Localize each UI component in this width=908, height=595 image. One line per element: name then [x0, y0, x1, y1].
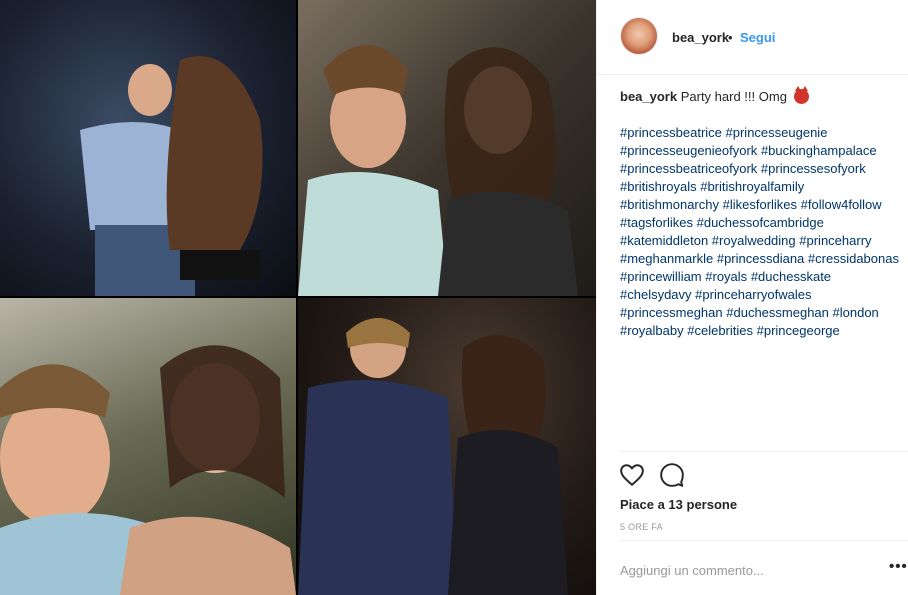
hashtag-link[interactable]: #princessdiana: [717, 251, 804, 266]
comment-divider: [620, 540, 908, 541]
hashtag-link[interactable]: #princesseugenieofyork: [620, 143, 757, 158]
follow-button[interactable]: Segui: [740, 30, 775, 45]
photo-top-left-figures: [80, 56, 263, 296]
hashtag-link[interactable]: #royals: [705, 269, 747, 284]
post-sidebar: bea_york • Segui bea_york Party hard !!!…: [597, 0, 908, 595]
hashtag-link[interactable]: #britishroyalfamily: [700, 179, 804, 194]
hashtag-link[interactable]: #royalwedding: [712, 233, 796, 248]
hashtag-link[interactable]: #celebrities: [687, 323, 753, 338]
hashtag-link[interactable]: #princesseugenie: [726, 125, 828, 140]
hashtag-link[interactable]: #royalbaby: [620, 323, 684, 338]
comment-icon[interactable]: [659, 462, 685, 488]
hashtag-link[interactable]: #meghanmarkle: [620, 251, 713, 266]
hashtag-link[interactable]: #duchesskate: [751, 269, 831, 284]
photo-top-right: [298, 0, 596, 296]
photo-bottom-right-figures: [298, 318, 568, 595]
hashtag-link[interactable]: #likesforlikes: [723, 197, 797, 212]
hashtag-link[interactable]: #cressidabonas: [808, 251, 899, 266]
caption-text: Party hard !!! Omg: [680, 89, 787, 104]
header-separator: •: [728, 30, 733, 45]
hashtag-link[interactable]: #princeharry: [799, 233, 871, 248]
hashtag-link[interactable]: #duchessofcambridge: [697, 215, 824, 230]
hashtag-link[interactable]: #princessbeatriceofyork: [620, 161, 757, 176]
hashtag-link[interactable]: #buckinghampalace: [761, 143, 877, 158]
hashtag-link[interactable]: #princegeorge: [757, 323, 840, 338]
post-photo[interactable]: [0, 0, 596, 595]
hashtag-link[interactable]: #follow4follow: [801, 197, 882, 212]
hashtag-link[interactable]: #tagsforlikes: [620, 215, 693, 230]
header-username[interactable]: bea_york: [672, 30, 729, 45]
hashtag-link[interactable]: #katemiddleton: [620, 233, 708, 248]
add-comment-input[interactable]: [620, 561, 860, 579]
photo-bottom-left-figures: [0, 345, 296, 595]
photo-bottom-right: [298, 298, 596, 595]
avatar[interactable]: [621, 18, 657, 54]
photo-top-right-figures: [298, 45, 578, 296]
hashtag-link[interactable]: #britishroyals: [620, 179, 697, 194]
likes-count[interactable]: Piace a 13 persone: [620, 497, 737, 512]
hashtag-link[interactable]: #princeharryofwales: [695, 287, 811, 302]
actions-divider: [620, 451, 908, 452]
hashtag-link[interactable]: #princessmeghan: [620, 305, 723, 320]
post-timestamp[interactable]: 5 ORE FA: [620, 522, 663, 532]
hashtag-link[interactable]: #london: [833, 305, 879, 320]
post-header: bea_york • Segui: [597, 0, 908, 75]
more-options-button[interactable]: •••: [889, 558, 908, 575]
devil-emoji-icon: [793, 86, 809, 104]
photo-top-left: [0, 0, 296, 296]
hashtag-link[interactable]: #princessesofyork: [761, 161, 866, 176]
hashtag-link[interactable]: #chelsydavy: [620, 287, 692, 302]
hashtag-link[interactable]: #britishmonarchy: [620, 197, 719, 212]
hashtag-link[interactable]: #princessbeatrice: [620, 125, 722, 140]
hashtag-list: #princessbeatrice #princesseugenie #prin…: [620, 124, 905, 340]
photo-bottom-left: [0, 298, 296, 595]
hashtag-link[interactable]: #princewilliam: [620, 269, 702, 284]
caption-username[interactable]: bea_york: [620, 89, 677, 104]
heart-icon[interactable]: [619, 462, 645, 488]
hashtag-link[interactable]: #duchessmeghan: [726, 305, 829, 320]
post-caption: bea_york Party hard !!! Omg #princessbea…: [620, 86, 905, 340]
